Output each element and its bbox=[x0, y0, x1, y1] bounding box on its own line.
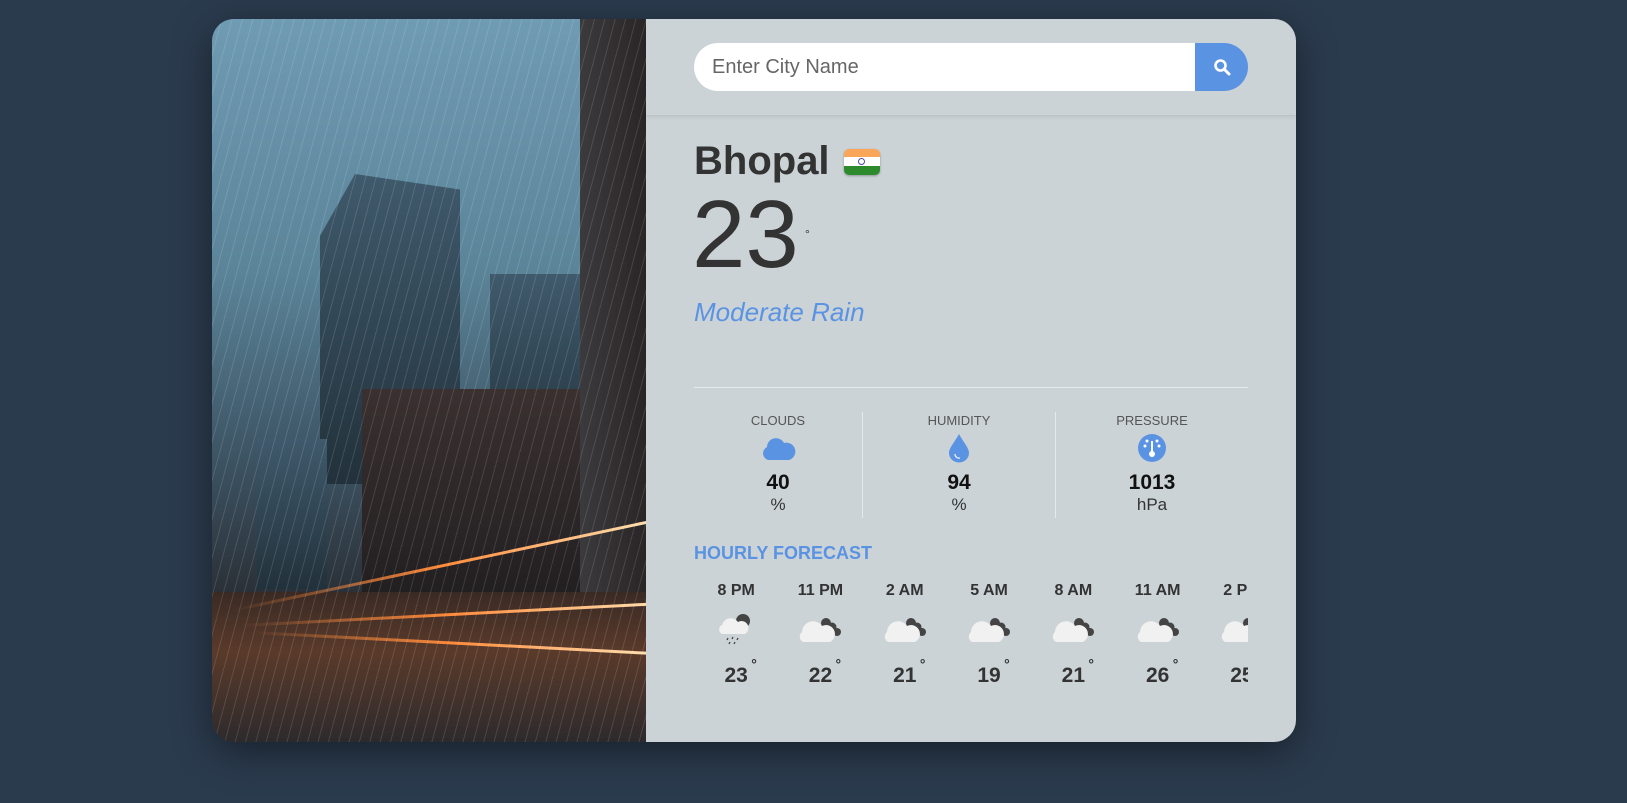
forecast-hour-item: 2 PM 25° bbox=[1200, 582, 1248, 688]
degree-symbol: ° bbox=[919, 656, 926, 672]
forecast-time: 2 AM bbox=[885, 582, 924, 599]
stat-unit: hPa bbox=[1136, 495, 1168, 514]
forecast-time: 5 AM bbox=[970, 582, 1008, 599]
forecast-temp: 25° bbox=[1230, 664, 1248, 688]
city-heading: Bhopal bbox=[694, 139, 880, 184]
degree-symbol: ° bbox=[1004, 656, 1010, 672]
forecast-hour-item: 11 AM 26 ° bbox=[1115, 582, 1199, 688]
weather-description: Moderate Rain bbox=[694, 297, 865, 327]
cloudy-icon bbox=[1220, 600, 1248, 658]
water-drop-icon bbox=[948, 433, 970, 463]
rain-cloud-night-icon bbox=[718, 600, 754, 658]
search-bar bbox=[646, 19, 1296, 116]
cloudy-icon bbox=[1051, 600, 1095, 658]
forecast-temp: 26 ° bbox=[1145, 656, 1178, 688]
stat-value: 1013 bbox=[1128, 471, 1176, 494]
forecast-temp: 22 ° bbox=[808, 656, 841, 688]
degree-symbol: ° bbox=[835, 656, 842, 672]
hourly-forecast-title: HOURLY FORECAST bbox=[694, 543, 873, 563]
forecast-hour-item: 2 AM 21 ° bbox=[863, 582, 947, 688]
india-flag-icon bbox=[843, 148, 880, 175]
forecast-hour-item: 8 PM 23 ° bbox=[694, 582, 778, 688]
cloudy-icon bbox=[883, 600, 927, 658]
weather-panel: Bhopal 23 ° Moderate Rain CLOUDS 40 % HU… bbox=[646, 19, 1296, 742]
cloudy-icon bbox=[1136, 600, 1180, 658]
hourly-forecast-list[interactable]: 8 PM 23 ° 11 PM 22 ° 2 AM 21 ° 5 AM 19 ° 8 AM 21… bbox=[694, 582, 1248, 688]
forecast-hour-item: 11 PM 22 ° bbox=[778, 582, 862, 688]
forecast-time: 11 PM bbox=[797, 582, 844, 599]
forecast-time: 2 PM bbox=[1223, 582, 1248, 599]
forecast-temp: 21 ° bbox=[1061, 656, 1094, 688]
stat-label: HUMIDITY bbox=[927, 413, 991, 428]
stat-unit: % bbox=[951, 495, 967, 514]
cloudy-icon bbox=[798, 600, 842, 658]
weather-stats: CLOUDS 40 % HUMIDITY 94 % PRESSURE 1013 … bbox=[694, 412, 1248, 518]
stat-label: PRESSURE bbox=[1116, 413, 1188, 428]
stat-value: 40 bbox=[766, 471, 790, 494]
forecast-temp: 23 ° bbox=[724, 656, 756, 688]
forecast-temp-value: 19 bbox=[977, 664, 1001, 687]
degree-symbol: ° bbox=[1088, 656, 1095, 672]
forecast-temp-value: 21 bbox=[1061, 664, 1086, 687]
stat-humidity: HUMIDITY 94 % bbox=[862, 412, 1055, 518]
forecast-temp-value: 25 bbox=[1230, 664, 1248, 687]
divider bbox=[694, 387, 1248, 388]
cloud-icon bbox=[760, 433, 796, 463]
search-button[interactable] bbox=[1195, 43, 1248, 91]
degree-symbol: ° bbox=[1172, 656, 1179, 672]
forecast-hour-item: 5 AM 19 ° bbox=[947, 582, 1031, 688]
degree-symbol: ° bbox=[805, 227, 810, 241]
search-icon bbox=[1213, 59, 1230, 76]
forecast-temp: 21 ° bbox=[893, 656, 925, 688]
forecast-temp-value: 26 bbox=[1145, 664, 1170, 687]
stat-value: 94 bbox=[947, 471, 971, 494]
current-temperature: 23 bbox=[692, 181, 799, 288]
forecast-time: 8 AM bbox=[1054, 582, 1093, 599]
weather-card: Bhopal 23 ° Moderate Rain CLOUDS 40 % HU… bbox=[212, 19, 1296, 742]
stat-unit: % bbox=[770, 495, 786, 514]
stat-clouds: CLOUDS 40 % bbox=[694, 412, 862, 518]
city-search-input[interactable] bbox=[694, 43, 1195, 91]
forecast-temp-value: 23 bbox=[724, 664, 748, 687]
gauge-icon bbox=[1137, 433, 1167, 463]
forecast-temp-value: 22 bbox=[808, 664, 833, 687]
rainy-city-background-image bbox=[212, 19, 646, 742]
stat-pressure: PRESSURE 1013 hPa bbox=[1055, 412, 1248, 518]
forecast-temp-value: 21 bbox=[893, 664, 917, 687]
stat-label: CLOUDS bbox=[750, 413, 806, 428]
city-name: Bhopal bbox=[694, 139, 830, 183]
forecast-hour-item: 8 AM 21 ° bbox=[1031, 582, 1115, 688]
forecast-time: 11 AM bbox=[1134, 582, 1181, 599]
forecast-temp: 19 ° bbox=[977, 656, 1009, 688]
cloudy-icon bbox=[967, 600, 1011, 658]
forecast-time: 8 PM bbox=[717, 582, 755, 599]
degree-symbol: ° bbox=[751, 656, 757, 672]
